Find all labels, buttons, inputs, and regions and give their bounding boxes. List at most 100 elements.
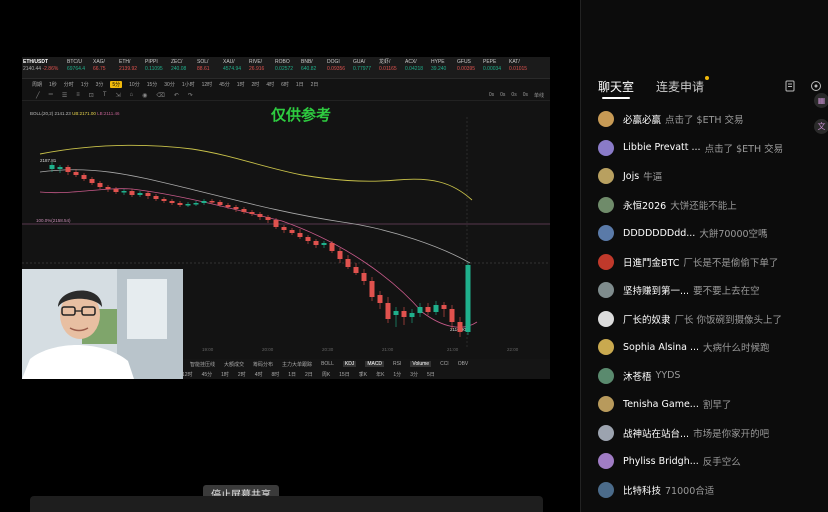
indicator-option[interactable]: KDJ: [342, 361, 357, 367]
ticker-item[interactable]: GFUS 0.00395: [456, 57, 482, 78]
rect-tool-icon[interactable]: ☰: [62, 92, 67, 99]
chat-username[interactable]: Phyliss Bridgh...: [623, 456, 699, 467]
stream-control-bar[interactable]: [30, 496, 543, 512]
text-tool-icon[interactable]: T: [103, 92, 107, 98]
timeframe-option[interactable]: 2时: [252, 81, 260, 88]
ticker-item[interactable]: ACX/0.04218: [404, 57, 430, 78]
timeframe-option[interactable]: 分时: [64, 81, 74, 88]
chat-message[interactable]: Libbie Prevatt ... 点击了 $ETH 交易: [598, 134, 812, 163]
avatar[interactable]: [598, 481, 614, 498]
avatar[interactable]: [598, 310, 614, 327]
indicator-option[interactable]: 大额成交: [224, 361, 244, 368]
ticker-item[interactable]: DOGI 0.09356: [326, 57, 352, 78]
indicator-option[interactable]: 智能挂压线: [190, 361, 215, 368]
avatar[interactable]: [598, 424, 614, 441]
avatar[interactable]: [598, 168, 614, 185]
ticker-item[interactable]: BNB/640.82: [300, 57, 326, 78]
channel-tool-icon[interactable]: ⊡: [89, 92, 94, 99]
chat-message[interactable]: Phyliss Bridgh... 反手空么: [598, 447, 812, 476]
chat-message[interactable]: 永恒2026 大饼还能不能上: [598, 191, 812, 220]
tab-chat-room[interactable]: 聊天室: [598, 78, 634, 99]
chat-username[interactable]: 坚持赚到第一...: [623, 283, 689, 297]
period-option[interactable]: 周K: [322, 371, 330, 378]
measure-tool-icon[interactable]: ⇲: [116, 92, 121, 99]
chat-username[interactable]: 永恒2026: [623, 198, 666, 212]
timeframe-option[interactable]: 15分: [147, 81, 158, 88]
ticker-item[interactable]: ROBO 0.02572: [274, 57, 300, 78]
eye-tool-icon[interactable]: ◉: [142, 92, 147, 99]
timeframe-option[interactable]: 1小时: [182, 81, 195, 88]
indicator-option[interactable]: RSI: [393, 361, 401, 367]
trash-tool-icon[interactable]: ⌫: [156, 92, 164, 99]
timeframe-option[interactable]: 4时: [266, 81, 274, 88]
ticker-item[interactable]: PIPPI 0.11095: [144, 57, 170, 78]
tool-right-option[interactable]: 0s: [523, 92, 528, 99]
period-option[interactable]: 5日: [427, 371, 435, 378]
period-option[interactable]: 1日: [288, 371, 296, 378]
chat-username[interactable]: Jojs: [623, 171, 639, 182]
chat-message[interactable]: DDDDDDDdd... 大餅70000空嗎: [598, 219, 812, 248]
tab-mic-requests[interactable]: 连麦申请: [656, 76, 710, 95]
ticker-item[interactable]: XAG/66.75: [92, 57, 118, 78]
ticker-item[interactable]: XAU/4574.94: [222, 57, 248, 78]
main-ticker[interactable]: ETH/USDT 2140.44 -2.86%: [22, 57, 66, 78]
avatar[interactable]: [598, 367, 614, 384]
chat-username[interactable]: 比特科技: [623, 483, 661, 497]
timeframe-option[interactable]: 5分: [110, 80, 123, 88]
timeframe-option[interactable]: 2日: [311, 81, 319, 88]
chat-message[interactable]: 必赢必赢 点击了 $ETH 交易: [598, 105, 812, 134]
period-option[interactable]: 4时: [255, 371, 263, 378]
chat-username[interactable]: 战神站在站台...: [623, 426, 689, 440]
indicator-option[interactable]: Volume: [410, 361, 432, 367]
chat-message[interactable]: 战神站在站台... 市场是你家开的吧: [598, 419, 812, 448]
period-option[interactable]: 12时: [182, 371, 193, 378]
ticker-item[interactable]: RIVE/26.916: [248, 57, 274, 78]
timeframe-option[interactable]: 1秒: [49, 81, 57, 88]
fib-tool-icon[interactable]: ≡: [76, 92, 80, 98]
avatar[interactable]: [598, 225, 614, 242]
chat-username[interactable]: Sophia Alsina ...: [623, 342, 699, 353]
indicator-option[interactable]: MACD: [365, 361, 385, 367]
avatar[interactable]: [598, 339, 614, 356]
ticker-item[interactable]: GUA/0.77977: [352, 57, 378, 78]
tool-right-option[interactable]: 单线: [534, 92, 544, 99]
timeframe-option[interactable]: 30分: [164, 81, 175, 88]
timeframe-option[interactable]: 周期: [32, 81, 42, 88]
timeframe-option[interactable]: 1日: [296, 81, 304, 88]
avatar[interactable]: [598, 196, 614, 213]
chat-message[interactable]: 厂长的奴隶 厂长 你饭碗到摄像头上了: [598, 305, 812, 334]
period-option[interactable]: 季K: [359, 371, 367, 378]
chat-username[interactable]: 厂长的奴隶: [623, 312, 671, 326]
settings-icon[interactable]: [810, 80, 822, 92]
timeframe-option[interactable]: 45分: [219, 81, 230, 88]
timeframe-option[interactable]: 3分: [96, 81, 104, 88]
ticker-item[interactable]: 龙虾/0.01165: [378, 57, 404, 78]
chat-message[interactable]: 日進鬥金BTC 厂长是不是偷偷下单了: [598, 248, 812, 277]
apps-icon[interactable]: ▦: [814, 93, 828, 108]
chat-username[interactable]: 日進鬥金BTC: [623, 255, 679, 269]
period-option[interactable]: 15日: [339, 371, 350, 378]
timeframe-option[interactable]: 10分: [129, 81, 140, 88]
timeframe-option[interactable]: 1时: [237, 81, 245, 88]
avatar[interactable]: [598, 453, 614, 470]
ticker-item[interactable]: KAT/0.01015: [508, 57, 534, 78]
lock-tool-icon[interactable]: ⌂: [130, 92, 134, 98]
chat-username[interactable]: Libbie Prevatt ...: [623, 142, 701, 153]
chat-message[interactable]: 坚持赚到第一... 要不要上去在空: [598, 276, 812, 305]
avatar[interactable]: [598, 282, 614, 299]
indicator-option[interactable]: 主力大单跟踪: [282, 361, 312, 368]
chat-message[interactable]: 沐苍梧 YYDS: [598, 362, 812, 391]
tool-right-option[interactable]: 0s: [489, 92, 494, 99]
avatar[interactable]: [598, 396, 614, 413]
chat-message[interactable]: Tenisha Game... 割早了: [598, 390, 812, 419]
timeframe-option[interactable]: 6时: [281, 81, 289, 88]
indicator-option[interactable]: OBV: [458, 361, 469, 367]
avatar[interactable]: [598, 253, 614, 270]
period-option[interactable]: 3分: [410, 371, 418, 378]
ticker-item[interactable]: HYPE 39.240: [430, 57, 456, 78]
line-tool-icon[interactable]: ╱: [36, 92, 40, 99]
hline-tool-icon[interactable]: ═: [49, 92, 53, 98]
avatar[interactable]: [598, 139, 614, 156]
period-option[interactable]: 2时: [238, 371, 246, 378]
redo-tool-icon[interactable]: ↷: [188, 92, 193, 99]
